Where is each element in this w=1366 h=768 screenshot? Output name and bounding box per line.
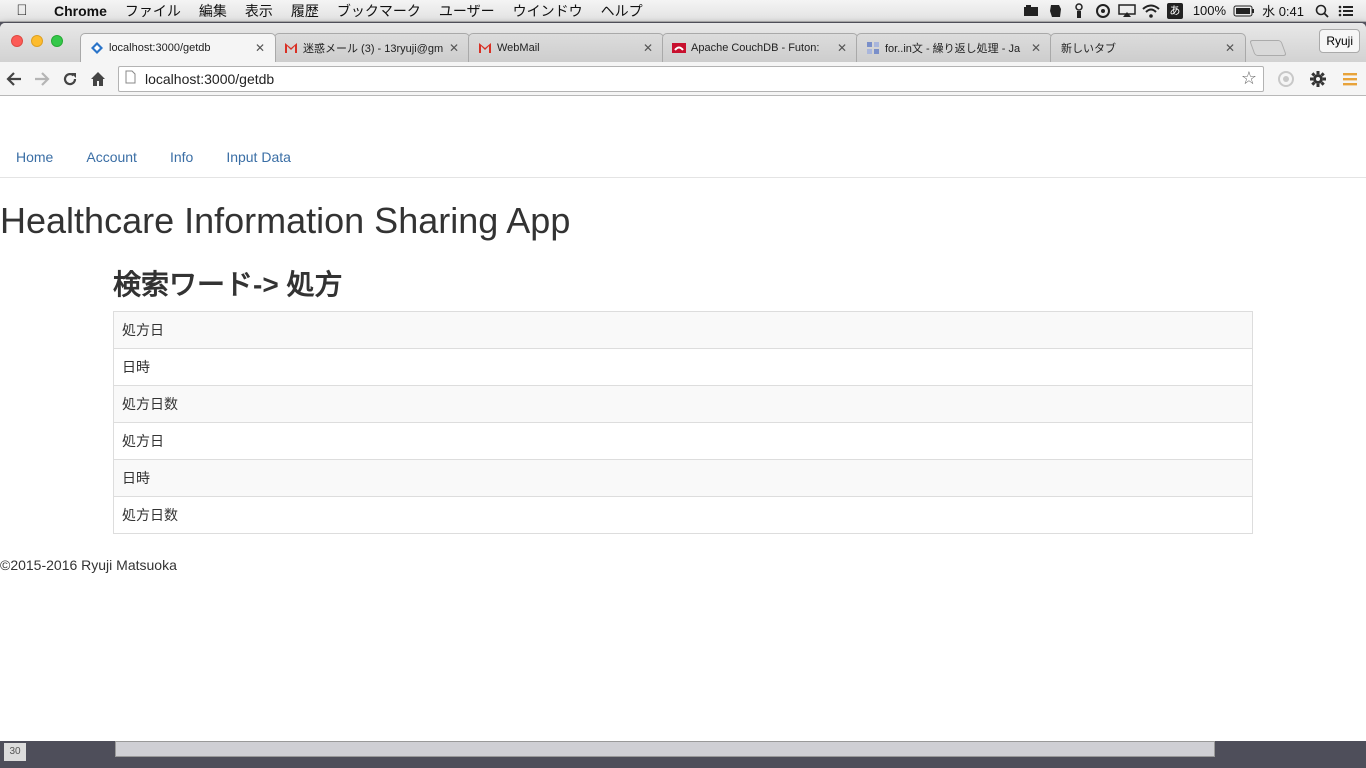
results-table: 処方日 日時 処方日数 処方日 日時 処方日数 [113, 311, 1253, 534]
maximize-window-button[interactable] [51, 35, 63, 47]
input-method-icon[interactable]: あ [1163, 0, 1187, 22]
menu-bar:  Chrome ファイル 編集 表示 履歴 ブックマーク ユーザー ウインドウ… [0, 0, 1366, 22]
airplay-icon[interactable] [1115, 0, 1139, 22]
bookmark-star-icon[interactable]: ☆ [1241, 68, 1257, 89]
close-tab-icon[interactable]: ✕ [447, 41, 461, 55]
close-window-button[interactable] [11, 35, 23, 47]
minimize-window-button[interactable] [31, 35, 43, 47]
section-title: 検索ワード-> 処方 [113, 269, 343, 300]
menu-history[interactable]: 履歴 [282, 1, 328, 21]
couchdb-icon [671, 40, 687, 56]
spotlight-search-icon[interactable] [1310, 0, 1334, 22]
url-text[interactable]: localhost:3000/getdb [145, 71, 1241, 87]
profile-button[interactable]: Ryuji [1319, 29, 1360, 53]
table-row: 処方日数 [113, 385, 1253, 423]
sync-icon[interactable] [1091, 0, 1115, 22]
close-tab-icon[interactable]: ✕ [1223, 41, 1237, 55]
nav-link-info[interactable]: Info [154, 149, 210, 165]
tab-couchdb[interactable]: Apache CouchDB - Futon: ✕ [662, 33, 858, 62]
close-tab-icon[interactable]: ✕ [641, 41, 655, 55]
browser-toolbar: localhost:3000/getdb ☆ [0, 62, 1366, 96]
table-cell: 処方日数 [113, 385, 1253, 423]
accessibility-icon[interactable] [1067, 0, 1091, 22]
window-controls [11, 35, 63, 47]
menu-help[interactable]: ヘルプ [592, 1, 652, 21]
tab-webmail[interactable]: WebMail ✕ [468, 33, 664, 62]
address-bar[interactable]: localhost:3000/getdb ☆ [118, 65, 1264, 92]
menu-bookmarks[interactable]: ブックマーク [328, 1, 430, 21]
extension-icon[interactable] [1270, 65, 1302, 93]
tab-title: 新しいタブ [1061, 43, 1116, 55]
tab-forin[interactable]: for..in文 - 繰り返し処理 - Ja ✕ [856, 33, 1052, 62]
table-cell: 日時 [113, 459, 1253, 497]
notification-center-icon[interactable] [1334, 0, 1358, 22]
menu-people[interactable]: ユーザー [430, 1, 504, 21]
table-cell: 日時 [113, 348, 1253, 386]
close-tab-icon[interactable]: ✕ [253, 41, 267, 55]
background-window [115, 741, 1215, 757]
home-icon[interactable] [84, 65, 112, 93]
new-tab-button[interactable] [1249, 40, 1287, 56]
tab-gmail-spam[interactable]: 迷惑メール (3) - 13ryuji@gm ✕ [274, 33, 470, 62]
reload-icon[interactable] [56, 65, 84, 93]
status-area: あ 100% 水 0:41 [1019, 0, 1366, 22]
gmail-icon [477, 40, 493, 56]
nav-link-account[interactable]: Account [70, 149, 154, 165]
tab-newtab[interactable]: 新しいタブ ✕ [1050, 33, 1246, 62]
tab-title: WebMail [497, 42, 540, 54]
nav-link-input-data[interactable]: Input Data [210, 149, 308, 165]
apple-icon[interactable]:  [0, 2, 44, 19]
battery-icon[interactable] [1232, 0, 1256, 22]
battery-percent[interactable]: 100% [1187, 3, 1232, 18]
menu-edit[interactable]: 編集 [190, 1, 236, 21]
close-tab-icon[interactable]: ✕ [835, 41, 849, 55]
menu-window[interactable]: ウインドウ [504, 1, 592, 21]
chrome-menu-icon[interactable] [1334, 65, 1366, 93]
back-arrow-icon[interactable] [0, 65, 28, 93]
nav-link-home[interactable]: Home [0, 149, 70, 165]
table-cell: 処方日数 [113, 496, 1253, 534]
gmail-icon [283, 40, 299, 56]
corner-number: 30 [4, 743, 26, 761]
menu-file[interactable]: ファイル [116, 1, 190, 21]
site-nav: Home Account Info Input Data [0, 96, 1366, 178]
tab-title: Apache CouchDB - Futon: [691, 42, 820, 54]
menu-view[interactable]: 表示 [236, 1, 282, 21]
page-title: Healthcare Information Sharing App [0, 200, 571, 241]
grid-icon [865, 40, 881, 56]
page-content: Home Account Info Input Data Healthcare … [0, 96, 1366, 741]
table-row: 日時 [113, 459, 1253, 497]
diamond-icon [89, 40, 105, 56]
tab-strip: localhost:3000/getdb ✕ 迷惑メール (3) - 13ryu… [0, 23, 1366, 62]
clock[interactable]: 水 0:41 [1256, 1, 1310, 20]
footer-copyright: ©2015-2016 Ryuji Matsuoka [0, 557, 177, 573]
table-cell: 処方日 [113, 311, 1253, 349]
tab-title: for..in文 - 繰り返し処理 - Ja [885, 43, 1021, 55]
table-row: 処方日数 [113, 496, 1253, 534]
settings-gear-icon[interactable] [1302, 65, 1334, 93]
page-icon [125, 70, 139, 87]
desktop-background: 30 [0, 741, 1366, 768]
browser-window: localhost:3000/getdb ✕ 迷惑メール (3) - 13ryu… [0, 23, 1366, 741]
menu-app-name[interactable]: Chrome [44, 3, 116, 19]
table-row: 日時 [113, 348, 1253, 386]
table-cell: 処方日 [113, 422, 1253, 460]
tab-title: localhost:3000/getdb [109, 42, 211, 54]
tab-localhost[interactable]: localhost:3000/getdb ✕ [80, 33, 276, 62]
close-tab-icon[interactable]: ✕ [1029, 41, 1043, 55]
table-row: 処方日 [113, 422, 1253, 460]
table-row: 処方日 [113, 311, 1253, 349]
wifi-icon[interactable] [1139, 0, 1163, 22]
evernote-icon[interactable] [1043, 0, 1067, 22]
forward-arrow-icon[interactable] [28, 65, 56, 93]
mail-icon[interactable] [1019, 0, 1043, 22]
tab-list: localhost:3000/getdb ✕ 迷惑メール (3) - 13ryu… [80, 33, 1287, 62]
results-section: 検索ワード-> 処方 処方日 日時 処方日数 処方日 日時 処方日数 [113, 267, 1253, 534]
tab-title: 迷惑メール (3) - 13ryuji@gm [303, 43, 444, 55]
